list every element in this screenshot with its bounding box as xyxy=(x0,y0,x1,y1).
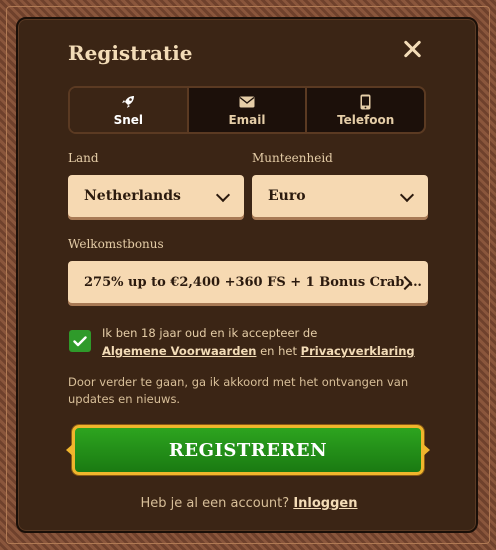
checkmark-icon xyxy=(73,335,87,346)
button-ornament-left xyxy=(66,443,74,457)
currency-value: Euro xyxy=(268,188,306,204)
login-prompt: Heb je al een account? Inloggen xyxy=(18,496,480,511)
register-button-wrap: REGISTREREN xyxy=(66,425,430,475)
country-select[interactable]: Netherlands xyxy=(68,175,244,217)
tab-telefoon[interactable]: Telefoon xyxy=(307,88,424,132)
tab-email[interactable]: Email xyxy=(189,88,308,132)
phone-icon xyxy=(360,94,371,110)
privacy-link[interactable]: Privacyverklaring xyxy=(301,344,415,358)
button-ornament-right xyxy=(422,443,430,457)
bonus-value: 275% up to €2,400 +360 FS + 1 Bonus Crab… xyxy=(84,274,422,290)
registration-modal: Registratie Snel Email Telefoon Land Net… xyxy=(16,17,478,533)
country-label: Land xyxy=(68,151,99,165)
country-value: Netherlands xyxy=(84,188,181,204)
bonus-label: Welkomstbonus xyxy=(68,237,164,251)
updates-note: Door verder te gaan, ga ik akkoord met h… xyxy=(68,375,409,406)
chevron-down-icon xyxy=(215,187,231,203)
rocket-icon xyxy=(120,94,136,110)
tab-email-label: Email xyxy=(228,112,266,127)
age-consent-checkbox[interactable] xyxy=(69,330,91,352)
consent-mid: en het xyxy=(260,344,297,358)
tab-snel-label: Snel xyxy=(113,112,144,127)
bonus-select[interactable]: 275% up to €2,400 +360 FS + 1 Bonus Crab… xyxy=(68,261,428,303)
terms-link[interactable]: Algemene Voorwaarden xyxy=(102,344,256,358)
tab-telefoon-label: Telefoon xyxy=(337,112,395,127)
envelope-icon xyxy=(239,94,255,110)
chevron-down-icon xyxy=(399,187,415,203)
login-link[interactable]: Inloggen xyxy=(293,496,357,511)
consent-prefix: Ik ben 18 jaar oud en ik accepteer de xyxy=(102,326,318,340)
tab-snel[interactable]: Snel xyxy=(70,88,189,132)
modal-title: Registratie xyxy=(68,41,193,65)
register-button[interactable]: REGISTREREN xyxy=(72,425,424,475)
close-icon[interactable] xyxy=(402,39,422,59)
consent-text: Ik ben 18 jaar oud en ik accepteer de Al… xyxy=(102,324,422,360)
currency-select[interactable]: Euro xyxy=(252,175,428,217)
login-question: Heb je al een account? xyxy=(140,496,290,511)
currency-label: Munteenheid xyxy=(252,151,333,165)
registration-tabs: Snel Email Telefoon xyxy=(68,86,426,134)
